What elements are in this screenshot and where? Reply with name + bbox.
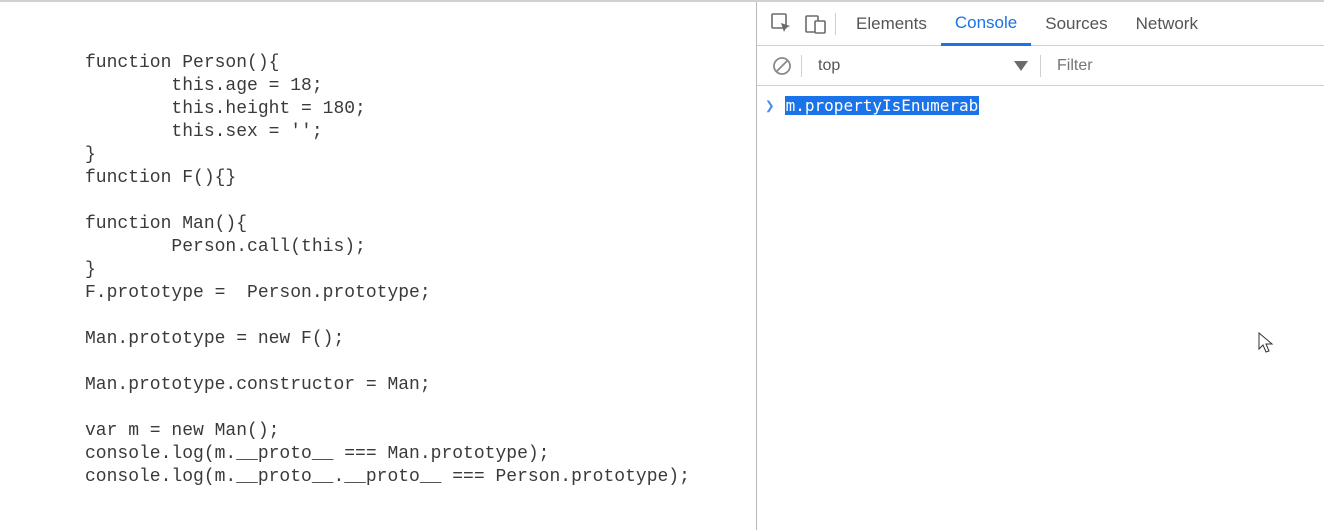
separator — [1040, 55, 1041, 77]
source-pane: function Person(){ this.age = 18; this.h… — [0, 2, 757, 530]
inspect-element-icon[interactable] — [765, 7, 799, 41]
tab-elements[interactable]: Elements — [842, 2, 941, 46]
devtools-tab-bar: Elements Console Sources Network — [757, 2, 1324, 46]
context-selector[interactable]: top — [808, 46, 1038, 85]
console-input-text[interactable]: m.propertyIsEnumerab — [785, 96, 980, 115]
filter-input[interactable] — [1047, 46, 1324, 85]
tab-sources[interactable]: Sources — [1031, 2, 1121, 46]
separator — [835, 13, 836, 35]
console-body[interactable]: ❯ m.propertyIsEnumerab — [757, 86, 1324, 530]
console-input-line[interactable]: ❯ m.propertyIsEnumerab — [765, 96, 1316, 115]
clear-console-icon[interactable] — [765, 49, 799, 83]
devtools-panel: Elements Console Sources Network top ❯ — [757, 2, 1324, 530]
code-block: function Person(){ this.age = 18; this.h… — [85, 52, 756, 489]
app-root: function Person(){ this.age = 18; this.h… — [0, 0, 1324, 530]
tab-network[interactable]: Network — [1122, 2, 1212, 46]
chevron-down-icon — [1014, 61, 1028, 71]
prompt-chevron-icon: ❯ — [765, 96, 775, 115]
separator — [801, 55, 802, 77]
device-toolbar-icon[interactable] — [799, 7, 833, 41]
tab-console[interactable]: Console — [941, 2, 1031, 46]
context-label: top — [818, 57, 840, 75]
console-toolbar: top — [757, 46, 1324, 86]
